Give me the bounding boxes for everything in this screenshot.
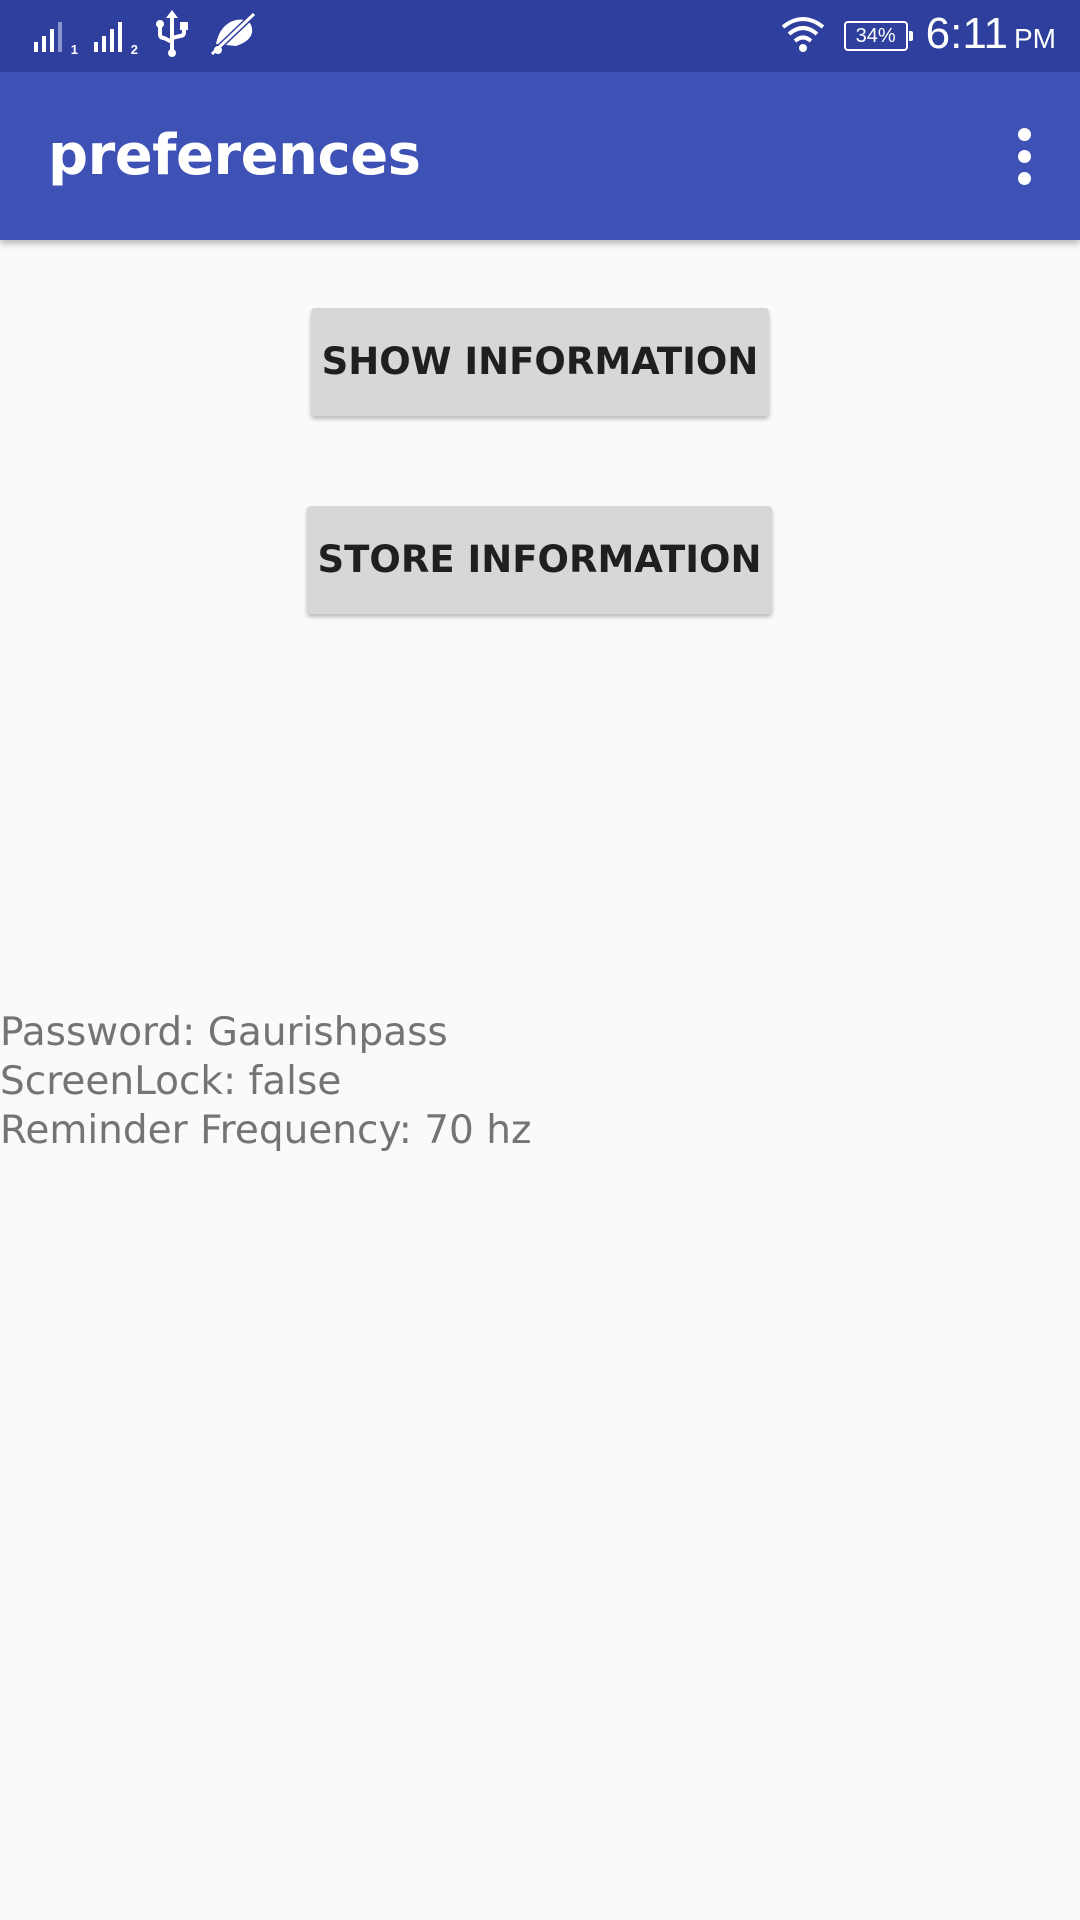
overflow-menu-icon[interactable]	[988, 116, 1060, 196]
no-notification-icon	[206, 10, 258, 63]
menu-dot	[1017, 149, 1031, 163]
info-text-block: Password: Gaurishpass ScreenLock: false …	[0, 1008, 531, 1155]
wifi-icon	[780, 14, 826, 59]
menu-dot	[1017, 127, 1031, 141]
sim2-number: 2	[130, 42, 138, 57]
signal-sim1-icon: 1	[32, 16, 78, 56]
status-left-group: 1 2	[32, 0, 258, 72]
app-bar: preferences	[0, 72, 1080, 240]
password-text: Password: Gaurishpass	[0, 1010, 448, 1055]
menu-dot	[1017, 171, 1031, 185]
store-information-button[interactable]: STORE INFORMATION	[307, 506, 772, 614]
sim1-number: 1	[70, 42, 78, 57]
signal-sim2-icon: 2	[92, 16, 138, 56]
status-right-group: 34% 6:11 PM	[780, 0, 1056, 72]
battery-percent: 34%	[855, 25, 896, 47]
clock: 6:11 PM	[926, 0, 1056, 75]
battery-icon: 34%	[843, 21, 913, 51]
app-title: preferences	[48, 123, 421, 188]
usb-icon	[152, 9, 192, 63]
screen-lock-text: ScreenLock: false	[0, 1059, 342, 1104]
status-bar: 1 2 34% 6:11 PM	[0, 0, 1080, 72]
clock-time: 6:11	[925, 8, 1008, 58]
reminder-frequency-text: Reminder Frequency: 70 hz	[0, 1108, 532, 1153]
clock-ampm: PM	[1014, 22, 1056, 54]
show-information-button[interactable]: SHOW INFORMATION	[311, 308, 769, 416]
